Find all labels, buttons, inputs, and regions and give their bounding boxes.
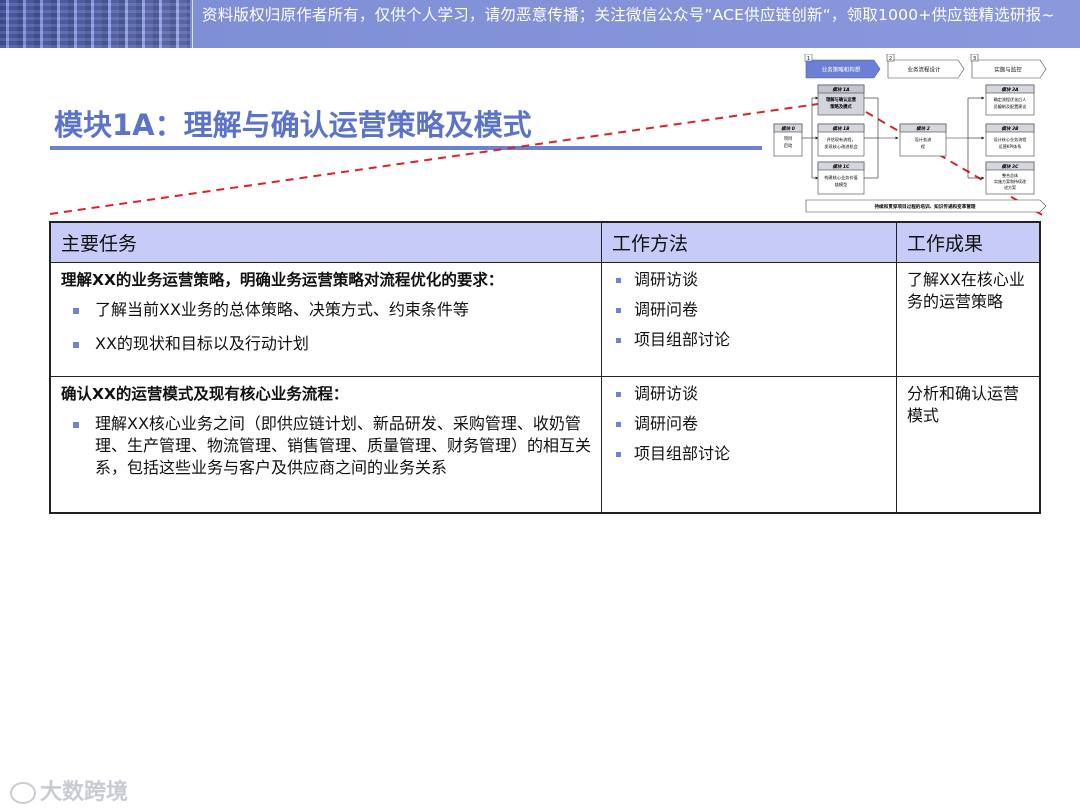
svg-text:模块 0: 模块 0 — [781, 126, 795, 132]
svg-text:运营KPI体系: 运营KPI体系 — [999, 143, 1022, 149]
task-heading: 确认XX的运营模式及现有核心业务流程： — [61, 385, 349, 403]
method-item: 项目组部讨论 — [612, 443, 886, 465]
banner-pattern-overlay — [0, 0, 190, 48]
module-0: 模块 0 项目 启动 — [773, 123, 803, 157]
header-main-tasks: 主要任务 — [49, 221, 602, 263]
table-row: 理解XX的业务运营策略，明确业务运营策略对流程优化的要求： 了解当前XX业务的总… — [49, 262, 1041, 377]
svg-text:启动: 启动 — [784, 142, 793, 149]
svg-text:模块 3B: 模块 3B — [1001, 126, 1019, 132]
svg-text:评估现有流程，: 评估现有流程， — [826, 136, 855, 143]
table-row: 确认XX的运营模式及现有核心业务流程： 理解XX核心业务之间（即供应链计划、新品… — [49, 376, 1041, 513]
task-heading: 理解XX的业务运营策略，明确业务运营策略对流程优化的要求： — [61, 271, 504, 289]
svg-text:链模型: 链模型 — [835, 181, 848, 188]
phase-3: 3 实施与监控 — [970, 54, 1047, 79]
svg-text:确定流程优化后人: 确定流程优化后人 — [994, 96, 1027, 102]
process-diagram: 1 业务策略和构想 2 业务流程设计 3 实施与监控 模块 0 项目 启动 模块… — [773, 54, 1047, 213]
svg-text:模块 3C: 模块 3C — [1001, 164, 1019, 170]
module-3a: 模块 3A 确定流程优化后人 员编制及配置建议 — [985, 84, 1035, 116]
svg-text:实施方案和持续改: 实施方案和持续改 — [994, 178, 1026, 184]
svg-text:模块 1A: 模块 1A — [832, 87, 850, 93]
svg-text:进方案: 进方案 — [1004, 184, 1016, 190]
module-2: 模块 2 设计各流 程 — [899, 123, 947, 157]
svg-text:模块 1B: 模块 1B — [832, 126, 850, 132]
method-cell: 调研访谈 调研问卷 项目组部讨论 — [601, 376, 897, 513]
method-item: 调研问卷 — [612, 299, 886, 321]
header-work-results: 工作成果 — [896, 221, 1041, 263]
svg-text:模块 3A: 模块 3A — [1001, 87, 1019, 93]
header-work-methods: 工作方法 — [601, 221, 897, 263]
svg-text:1: 1 — [807, 56, 811, 62]
svg-text:项目: 项目 — [784, 136, 793, 142]
svg-text:3: 3 — [973, 56, 977, 62]
svg-text:实施与监控: 实施与监控 — [994, 66, 1022, 74]
method-item: 项目组部讨论 — [612, 329, 886, 351]
method-item: 调研访谈 — [612, 269, 886, 291]
module-1b: 模块 1B 评估现有流程， 发现核心改进机会 — [817, 123, 865, 157]
svg-text:构建核心业务价值: 构建核心业务价值 — [824, 174, 858, 181]
svg-text:2: 2 — [889, 56, 893, 62]
module-3b: 模块 3B 设计核心业务流程 运营KPI体系 — [985, 123, 1035, 157]
continuous-training-arrow: 持续和贯穿项目过程的培训、知识传递和变革管理 — [805, 199, 1047, 213]
page-title: 模块1A：理解与确认运营策略及模式 — [54, 108, 532, 142]
watermark-logo: 大数跨境 — [10, 774, 128, 806]
svg-text:理解与确认运营: 理解与确认运营 — [826, 96, 857, 103]
method-cell: 调研访谈 调研问卷 项目组部讨论 — [601, 262, 897, 377]
top-banner: 资料版权归原作者所有，仅供个人学习，请勿恶意传播；关注微信公众号”ACE供应链创… — [0, 0, 1080, 48]
task-bullet: XX的现状和目标以及行动计划 — [61, 333, 591, 355]
module-1a: 模块 1A 理解与确认运营 策略及模式 — [817, 84, 865, 116]
svg-text:持续和贯穿项目过程的培训、知识传递和变革管理: 持续和贯穿项目过程的培训、知识传递和变革管理 — [874, 203, 975, 210]
module-3c: 模块 3C 整合总体 实施方案和持续改 进方案 — [985, 161, 1035, 195]
svg-text:设计各流: 设计各流 — [915, 136, 933, 143]
phase-2: 2 业务流程设计 — [886, 54, 965, 79]
module-1c: 模块 1C 构建核心业务价值 链模型 — [817, 161, 865, 195]
task-bullet: 了解当前XX业务的总体策略、决策方式、约束条件等 — [61, 299, 591, 321]
svg-text:员编制及配置建议: 员编制及配置建议 — [994, 103, 1027, 109]
result-cell: 了解XX在核心业务的运营策略 — [896, 262, 1041, 377]
svg-text:模块 2: 模块 2 — [916, 126, 930, 132]
phase-1: 1 业务策略和构想 — [804, 54, 881, 79]
svg-text:策略及模式: 策略及模式 — [830, 103, 852, 110]
task-bullet: 理解XX核心业务之间（即供应链计划、新品研发、采购管理、收奶管理、生产管理、物流… — [61, 413, 591, 479]
task-table: 主要任务 工作方法 工作成果 理解XX的业务运营策略，明确业务运营策略对流程优化… — [49, 221, 1041, 514]
method-item: 调研访谈 — [612, 383, 886, 405]
copyright-notice: 资料版权归原作者所有，仅供个人学习，请勿恶意传播；关注微信公众号”ACE供应链创… — [202, 6, 1055, 24]
svg-text:设计核心业务流程: 设计核心业务流程 — [994, 136, 1027, 142]
method-item: 调研问卷 — [612, 413, 886, 435]
result-cell: 分析和确认运营模式 — [896, 376, 1041, 513]
task-cell: 理解XX的业务运营策略，明确业务运营策略对流程优化的要求： 了解当前XX业务的总… — [49, 262, 602, 377]
svg-text:发现核心改进机会: 发现核心改进机会 — [824, 143, 858, 150]
title-underline — [50, 146, 762, 150]
svg-text:整合总体: 整合总体 — [1002, 172, 1018, 178]
svg-text:业务流程设计: 业务流程设计 — [907, 66, 941, 74]
banner-separator — [192, 0, 193, 48]
svg-text:业务策略和构想: 业务策略和构想 — [822, 66, 861, 74]
logo-text: 大数跨境 — [40, 780, 129, 805]
logo-icon — [10, 782, 36, 804]
task-cell: 确认XX的运营模式及现有核心业务流程： 理解XX核心业务之间（即供应链计划、新品… — [49, 376, 602, 513]
svg-text:模块 1C: 模块 1C — [832, 164, 850, 170]
